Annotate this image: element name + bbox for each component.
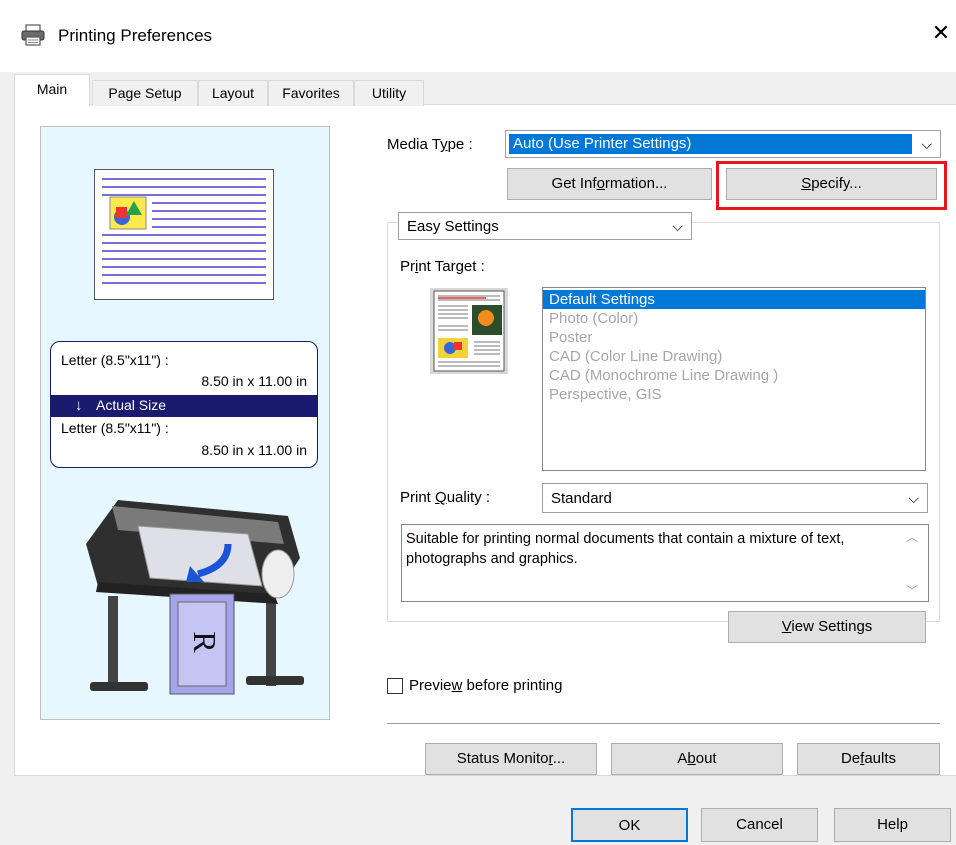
divider [387,723,940,724]
media-type-dropdown[interactable]: Auto (Use Printer Settings) ⌵ [505,130,941,158]
print-target-option[interactable]: CAD (Color Line Drawing) [543,347,925,366]
tab-page-setup[interactable]: Page Setup [92,80,198,106]
specify-button[interactable]: Specify... [726,168,937,200]
print-target-list[interactable]: Default Settings Photo (Color) Poster CA… [542,287,926,471]
printer-icon [20,24,46,46]
print-target-option[interactable]: CAD (Monochrome Line Drawing ) [543,366,925,385]
print-target-label: Print Target : [400,258,485,275]
print-quality-value: Standard [551,490,612,507]
print-target-option[interactable]: Photo (Color) [543,309,925,328]
tab-utility[interactable]: Utility [354,80,424,106]
scroll-down-icon[interactable]: ﹀ [906,582,918,599]
paper-letter: R [187,631,223,653]
tab-strip: Main Page Setup Layout Favorites Utility [14,74,956,106]
preview-checkbox-label[interactable]: Preview before printing [409,677,562,694]
settings-mode-dropdown[interactable]: Easy Settings ⌵ [398,212,692,240]
about-button[interactable]: About [611,743,783,775]
preview-checkbox[interactable] [387,678,403,694]
printer-illustration: R [78,486,308,708]
print-quality-label: Print Quality : [400,489,491,506]
close-icon[interactable]: ✕ [930,20,952,46]
scaling-label: Actual Size [96,397,167,413]
chevron-down-icon: ⌵ [672,218,683,234]
window-title: Printing Preferences [58,26,213,45]
status-monitor-button[interactable]: Status Monitor... [425,743,597,775]
tab-layout[interactable]: Layout [198,80,268,106]
tab-main[interactable]: Main [14,74,90,106]
ok-button[interactable]: OK [571,808,688,842]
print-quality-dropdown[interactable]: Standard ⌵ [542,483,928,513]
print-target-option[interactable]: Perspective, GIS [543,385,925,404]
paper-size-info-box: Letter (8.5"x11") : 8.50 in x 11.00 in ↓… [50,341,318,468]
page-preview-thumbnail [94,169,274,300]
chevron-down-icon: ⌵ [921,136,932,152]
tab-favorites[interactable]: Favorites [268,80,354,106]
cancel-button[interactable]: Cancel [701,808,818,842]
output-paper-label: Letter (8.5"x11") : [61,420,169,436]
print-target-thumbnail [426,286,512,378]
media-type-value: Auto (Use Printer Settings) [509,134,912,154]
media-type-label: Media Type : [387,136,473,153]
output-paper-size: 8.50 in x 11.00 in [201,442,307,458]
get-information-button[interactable]: Get Information... [507,168,712,200]
chevron-down-icon: ⌵ [908,490,919,506]
print-target-option[interactable]: Poster [543,328,925,347]
help-button[interactable]: Help [834,808,951,842]
print-quality-description: Suitable for printing normal documents t… [401,524,929,602]
input-paper-label: Letter (8.5"x11") : [61,352,169,368]
input-paper-size: 8.50 in x 11.00 in [201,373,307,389]
defaults-button[interactable]: Defaults [797,743,940,775]
settings-mode-value: Easy Settings [407,218,499,235]
arrow-down-icon: ↓ [75,397,83,414]
view-settings-button[interactable]: View Settings [728,611,926,643]
scaling-bar: ↓ Actual Size [51,395,317,417]
print-target-option[interactable]: Default Settings [543,290,925,309]
scroll-up-icon[interactable]: ︿ [906,528,918,545]
